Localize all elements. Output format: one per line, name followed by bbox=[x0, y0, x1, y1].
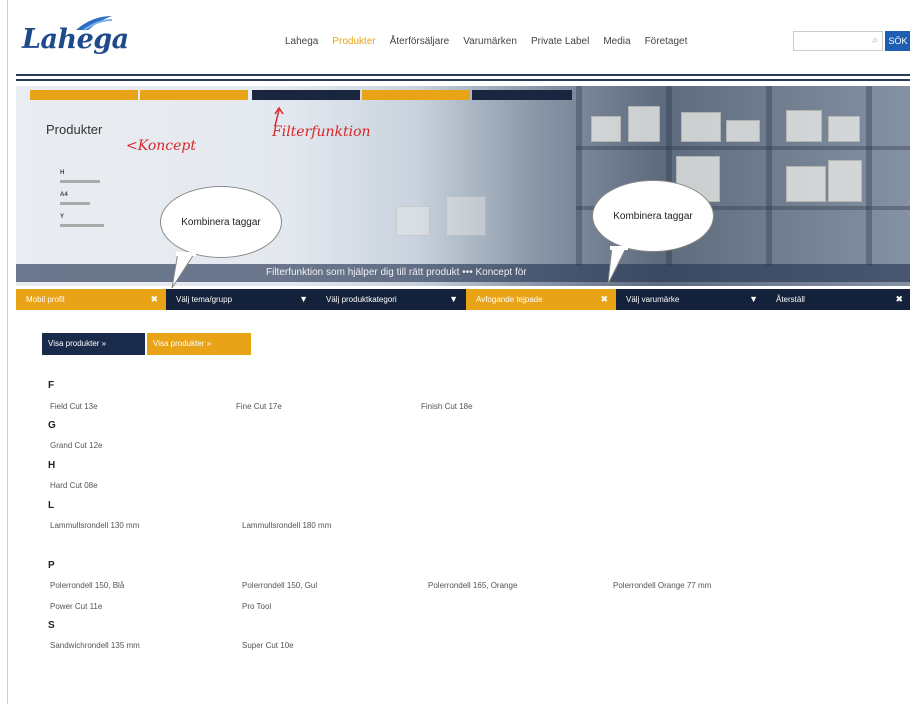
bubble-tail-icon bbox=[607, 246, 628, 285]
filter-mobil-profil[interactable]: Mobil profil ✖ bbox=[16, 289, 166, 310]
hero-banner: Produkter <Koncept Filterfunktion H A4 Y… bbox=[16, 86, 910, 286]
list-item[interactable]: Super Cut 10e bbox=[242, 641, 294, 650]
list-item[interactable]: Pro Tool bbox=[242, 602, 271, 611]
site-header: Lahega Lahega Produkter Återförsäljare V… bbox=[8, 0, 910, 72]
group-letter: P bbox=[48, 560, 55, 571]
list-item[interactable]: Power Cut 11e bbox=[50, 602, 102, 611]
list-item[interactable]: Sandwichrondell 135 mm bbox=[50, 641, 140, 650]
view-images-button[interactable]: Visa produkter » bbox=[42, 333, 145, 355]
concept-annotation: <Koncept bbox=[126, 138, 196, 154]
list-item[interactable]: Finish Cut 18e bbox=[421, 402, 473, 411]
list-item[interactable]: Field Cut 13e bbox=[50, 402, 98, 411]
speech-bubble-left: Kombinera taggar bbox=[160, 186, 282, 258]
group-letter: H bbox=[48, 460, 56, 471]
search-icon: ⌕ bbox=[872, 35, 878, 46]
nav-item-foretaget[interactable]: Företaget bbox=[645, 36, 688, 47]
filter-avfogande[interactable]: Avfogande tejpade ✖ bbox=[466, 289, 616, 310]
filter-annotation: Filterfunktion bbox=[272, 124, 371, 140]
group-letter: F bbox=[48, 380, 55, 391]
filter-bar: Mobil profil ✖ Välj tema/grupp ▼ Välj pr… bbox=[16, 289, 910, 310]
close-icon[interactable]: ✖ bbox=[895, 289, 903, 310]
search-input[interactable]: ⌕ bbox=[793, 31, 883, 51]
speech-bubble-right: Kombinera taggar bbox=[592, 180, 714, 252]
chevron-down-icon: ▼ bbox=[449, 294, 458, 304]
group-letter: G bbox=[48, 420, 56, 431]
hero-caption: Filterfunktion som hjälper dig till rätt… bbox=[266, 267, 527, 278]
list-item[interactable]: Polerrondell Orange 77 mm bbox=[613, 581, 711, 590]
filter-produktkategori[interactable]: Välj produktkategori ▼ bbox=[316, 289, 466, 310]
search-button[interactable]: SÖK bbox=[885, 31, 910, 51]
filter-aterstall[interactable]: Återställ ✖ bbox=[766, 289, 910, 310]
list-item[interactable]: Polerrondell 150, Gul bbox=[242, 581, 317, 590]
main-nav: Lahega Produkter Återförsäljare Varumärk… bbox=[285, 36, 687, 47]
group-letter: S bbox=[48, 620, 55, 631]
list-item[interactable]: Lammullsrondell 180 mm bbox=[242, 521, 331, 530]
chevron-down-icon: ▼ bbox=[749, 294, 758, 304]
list-item[interactable]: Hard Cut 08e bbox=[50, 481, 98, 490]
filter-varumarke[interactable]: Välj varumärke ▼ bbox=[616, 289, 766, 310]
close-icon[interactable]: ✖ bbox=[600, 289, 608, 310]
nav-item-media[interactable]: Media bbox=[603, 36, 630, 47]
hero-products-title: Produkter bbox=[46, 122, 103, 137]
nav-item-private-label[interactable]: Private Label bbox=[531, 36, 589, 47]
chevron-down-icon: ▼ bbox=[299, 294, 308, 304]
group-letter: L bbox=[48, 500, 55, 511]
browser-page: Lahega Lahega Produkter Återförsäljare V… bbox=[7, 0, 910, 704]
list-item[interactable]: Lammullsrondell 130 mm bbox=[50, 521, 139, 530]
bubble-tail-icon bbox=[171, 252, 196, 289]
list-item[interactable]: Grand Cut 12e bbox=[50, 441, 102, 450]
list-item[interactable]: Fine Cut 17e bbox=[236, 402, 282, 411]
mini-filter-bar bbox=[30, 90, 138, 100]
nav-item-varumarken[interactable]: Varumärken bbox=[463, 36, 517, 47]
nav-item-lahega[interactable]: Lahega bbox=[285, 36, 318, 47]
close-icon[interactable]: ✖ bbox=[150, 289, 158, 310]
hero-divider bbox=[16, 74, 910, 84]
lahega-logo[interactable]: Lahega bbox=[22, 24, 129, 55]
nav-item-produkter[interactable]: Produkter bbox=[332, 36, 375, 47]
list-item[interactable]: Polerrondell 150, Blå bbox=[50, 581, 124, 590]
filter-tema-grupp[interactable]: Välj tema/grupp ▼ bbox=[166, 289, 316, 310]
view-products-button[interactable]: Visa produkter » bbox=[147, 333, 251, 355]
list-item[interactable]: Polerrondell 165, Orange bbox=[428, 581, 517, 590]
nav-item-aterforsaljare[interactable]: Återförsäljare bbox=[390, 36, 449, 47]
